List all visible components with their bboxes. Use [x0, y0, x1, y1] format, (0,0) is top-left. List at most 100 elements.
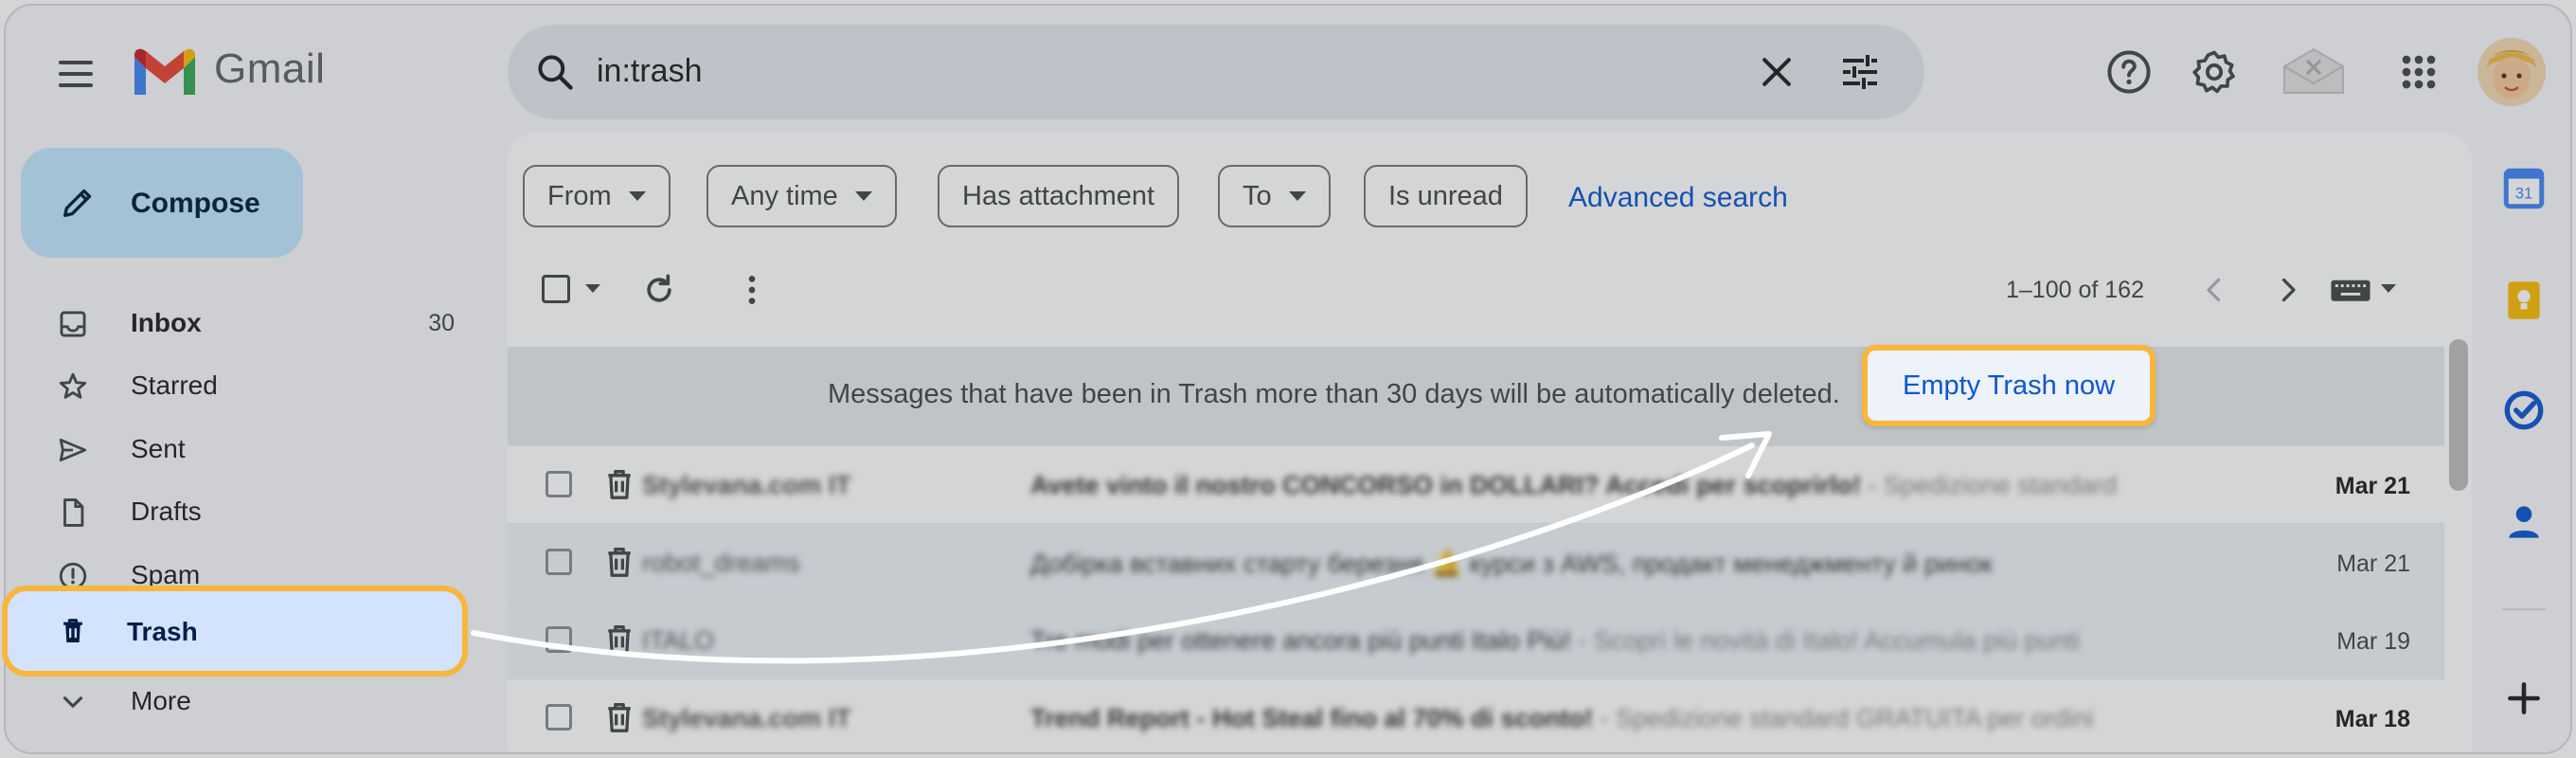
avatar-icon — [2478, 38, 2546, 106]
snippet-text: - Spedizione standard GRATUITA per ordin… — [1593, 704, 2094, 732]
sidebar-item-label: Drafts — [131, 496, 202, 526]
sidebar-item-sent[interactable]: Sent — [6, 418, 470, 480]
tasks-icon[interactable] — [2500, 387, 2548, 434]
trash-retention-message: Messages that have been in Trash more th… — [828, 379, 1840, 409]
compose-label: Compose — [131, 188, 260, 219]
email-sender: robot_dreams — [642, 549, 800, 577]
mail-status-icon[interactable] — [2281, 44, 2347, 97]
help-icon[interactable] — [2104, 47, 2154, 97]
chevron-left-icon[interactable] — [2197, 273, 2231, 307]
add-addon-icon[interactable] — [2500, 675, 2548, 722]
pagination-text: 1–100 of 162 — [2006, 277, 2144, 303]
svg-text:31: 31 — [2515, 184, 2533, 202]
empty-trash-now-button[interactable]: Empty Trash now — [1862, 345, 2156, 426]
email-date: Mar 21 — [2334, 473, 2410, 499]
snippet-text: - Spedizione standard — [1861, 471, 2118, 499]
refresh-icon[interactable] — [640, 271, 678, 309]
subject-text: Trend Report - Hot Steal fino al 70% di … — [1030, 704, 1594, 732]
row-checkbox[interactable] — [546, 549, 572, 575]
row-checkbox[interactable] — [546, 626, 572, 653]
subject-text: Tre modi per ottenere ancora più punti I… — [1030, 626, 1571, 655]
search-input[interactable]: in:trash — [597, 53, 703, 90]
sidebar-item-inbox[interactable]: Inbox 30 — [6, 292, 470, 354]
sidebar-item-label: More — [131, 686, 191, 715]
sidebar-item-more[interactable]: More — [6, 670, 470, 732]
filter-chip-to[interactable]: To — [1218, 165, 1331, 227]
compose-button[interactable]: Compose — [21, 148, 303, 258]
chip-label: To — [1243, 180, 1272, 211]
select-all-checkbox[interactable] — [542, 275, 570, 303]
email-date: Mar 21 — [2336, 550, 2410, 577]
caret-down-icon — [854, 191, 872, 201]
email-row[interactable]: Stylevana.com IT Avete vinto il nostro C… — [508, 445, 2444, 523]
pencil-icon — [63, 189, 92, 217]
trash-icon — [63, 619, 82, 643]
chevron-right-icon[interactable] — [2271, 273, 2305, 307]
caret-down-icon — [1288, 191, 1306, 201]
search-bar[interactable]: in:trash — [508, 25, 1924, 119]
apps-grid-icon[interactable] — [2394, 47, 2443, 97]
email-sender: ITALO — [642, 626, 715, 655]
chip-label: Has attachment — [962, 180, 1155, 211]
email-row[interactable]: Stylevana.com IT Trend Report - Hot Stea… — [508, 678, 2444, 752]
filter-chip-has-attachment[interactable]: Has attachment — [938, 165, 1180, 227]
chevron-down-icon — [63, 696, 83, 708]
email-sender: Stylevana.com IT — [642, 471, 851, 499]
more-vert-icon[interactable] — [733, 271, 771, 309]
row-checkbox[interactable] — [546, 471, 572, 497]
row-checkbox[interactable] — [546, 704, 572, 731]
sidebar-item-label: Inbox — [131, 308, 202, 337]
contacts-icon[interactable] — [2500, 498, 2548, 546]
sidebar-item-drafts[interactable]: Drafts — [6, 480, 470, 543]
sidebar-item-label: Sent — [131, 434, 186, 463]
send-icon — [59, 438, 87, 462]
sidebar-item-label: Trash — [127, 617, 198, 646]
subject-text: Avete vinto il nostro CONCORSO in DOLLAR… — [1030, 471, 1862, 499]
subject-text: Добірка вставних старту березня 🔔 курси … — [1030, 550, 1993, 578]
trash-icon — [608, 703, 631, 732]
search-options-icon[interactable] — [1837, 49, 1883, 95]
caret-down-icon — [628, 191, 646, 201]
keep-icon[interactable] — [2500, 277, 2548, 324]
filter-chip-is-unread[interactable]: Is unread — [1364, 165, 1528, 227]
select-options-caret-icon[interactable] — [585, 284, 600, 293]
sidebar-item-label: Starred — [131, 370, 218, 400]
email-subject: Добірка вставних старту березня 🔔 курси … — [1030, 549, 2205, 579]
unread-count: 30 — [428, 310, 455, 336]
mail-list-panel: From Any time Has attachment To Is unrea… — [508, 133, 2472, 752]
advanced-search-link[interactable]: Advanced search — [1568, 182, 1788, 214]
input-tools-caret-icon[interactable] — [2381, 284, 2396, 293]
account-avatar[interactable] — [2478, 38, 2546, 106]
scrollbar-thumb[interactable] — [2449, 339, 2468, 491]
sidebar-item-trash[interactable]: Trash — [2, 586, 468, 677]
draft-icon — [63, 498, 84, 527]
email-date: Mar 18 — [2334, 706, 2410, 732]
email-sender: Stylevana.com IT — [642, 704, 851, 732]
trash-icon — [608, 548, 631, 577]
chip-label: Is unread — [1388, 180, 1503, 211]
trash-icon — [608, 625, 631, 655]
email-date: Mar 19 — [2336, 628, 2410, 655]
settings-gear-icon[interactable] — [2190, 47, 2239, 97]
email-row[interactable]: ITALO Tre modi per ottenere ancora più p… — [508, 601, 2444, 678]
star-icon — [59, 372, 87, 399]
trash-icon — [608, 470, 631, 499]
snippet-text: - Scopri le novità di Italo! Accumula pi… — [1570, 626, 2081, 655]
email-subject: Tre modi per ottenere ancora più punti I… — [1030, 626, 2205, 656]
search-icon[interactable] — [534, 51, 576, 93]
app-name: Gmail — [214, 45, 326, 92]
gmail-logo-icon — [134, 48, 195, 95]
chip-label: Any time — [731, 180, 838, 211]
email-subject: Avete vinto il nostro CONCORSO in DOLLAR… — [1030, 471, 2205, 500]
filter-chip-any-time[interactable]: Any time — [707, 165, 897, 227]
email-subject: Trend Report - Hot Steal fino al 70% di … — [1030, 704, 2205, 733]
sidebar-item-starred[interactable]: Starred — [6, 354, 470, 417]
filter-chip-from[interactable]: From — [523, 165, 671, 227]
clear-search-icon[interactable] — [1756, 51, 1798, 93]
keyboard-icon[interactable] — [2330, 275, 2371, 305]
email-row[interactable]: robot_dreams Добірка вставних старту бер… — [508, 523, 2444, 601]
main-menu-button[interactable] — [47, 49, 104, 99]
inbox-icon — [60, 311, 86, 337]
chip-label: From — [547, 180, 612, 211]
calendar-icon[interactable]: 31 — [2500, 165, 2548, 212]
